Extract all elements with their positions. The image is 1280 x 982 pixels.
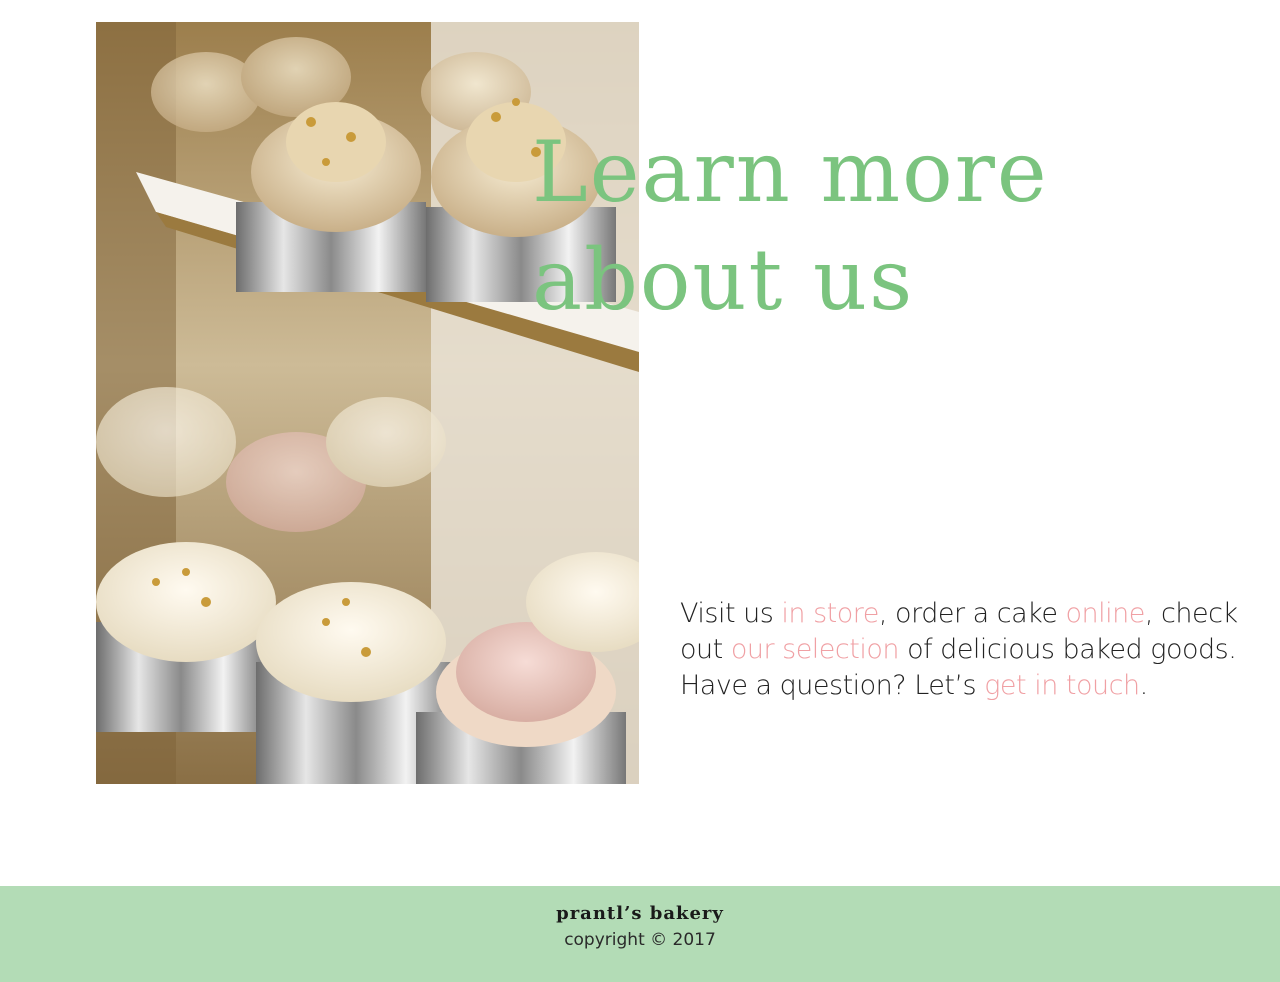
get-in-touch-link[interactable]: get in touch [984,670,1140,701]
online-link[interactable]: online [1066,598,1146,629]
intro-text: . [1139,670,1149,701]
footer: prantl’s bakery copyright © 2017 [0,886,1280,982]
intro-paragraph: Visit us in store, order a cake online, … [680,596,1240,704]
footer-brand: prantl’s bakery [556,903,724,924]
page-title-line1: Learn more [532,123,1049,221]
intro-text: Visit us [680,598,782,629]
page-title: Learn more about us [532,118,1232,334]
page: Learn more about us Visit us in store, o… [0,0,1280,982]
in-store-link[interactable]: in store [781,598,879,629]
footer-copyright: copyright © 2017 [564,930,716,950]
intro-text: , order a cake [878,598,1066,629]
our-selection-link[interactable]: our selection [731,634,900,665]
page-title-line2: about us [532,231,915,329]
